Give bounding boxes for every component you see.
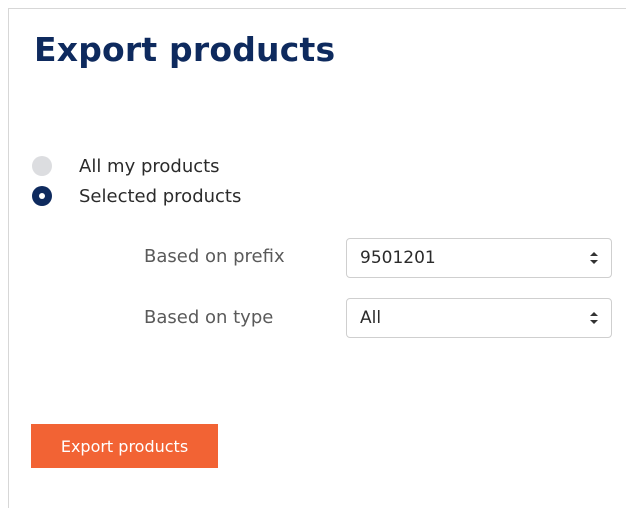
type-select[interactable]: All	[346, 298, 612, 338]
type-select-value: All	[360, 308, 382, 328]
radio-unchecked-icon[interactable]	[32, 156, 52, 176]
prefix-select-value: 9501201	[360, 248, 436, 268]
radio-all-products-label: All my products	[79, 155, 220, 177]
type-label: Based on type	[144, 307, 274, 328]
prefix-label: Based on prefix	[144, 246, 285, 267]
radio-selected-products[interactable]: Selected products	[32, 185, 241, 207]
up-down-chevrons-icon	[590, 252, 598, 264]
export-products-button[interactable]: Export products	[31, 424, 218, 468]
prefix-select[interactable]: 9501201	[346, 238, 612, 278]
radio-checked-icon[interactable]	[32, 186, 52, 206]
radio-selected-products-label: Selected products	[79, 185, 242, 207]
up-down-chevrons-icon	[590, 312, 598, 324]
page-title: Export products	[34, 30, 336, 69]
radio-all-products[interactable]: All my products	[32, 155, 220, 177]
